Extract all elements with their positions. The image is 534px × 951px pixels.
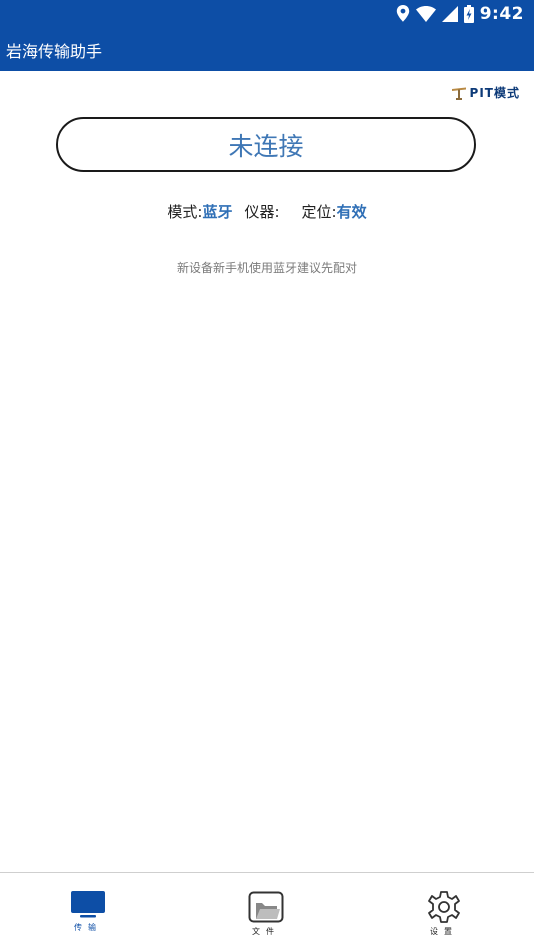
status-icons: 9:42 <box>396 0 524 27</box>
pairing-hint: 新设备新手机使用蓝牙建议先配对 <box>176 261 357 275</box>
nav-label-files: 文件 <box>252 927 280 936</box>
device-info-row: 模式:蓝牙 仪器: 定位:有效 <box>0 201 534 222</box>
nav-item-transfer[interactable]: 传输 <box>48 891 128 933</box>
app-title: 岩海传输助手 <box>6 42 103 61</box>
mode-value: 蓝牙 <box>202 203 233 221</box>
nav-label-transfer: 传输 <box>74 923 102 932</box>
location-label: 定位: <box>301 203 337 221</box>
nav-label-settings: 设置 <box>430 927 458 936</box>
pit-mode-button[interactable]: PIT模式 <box>451 84 520 101</box>
app-bar: 岩海传输助手 <box>0 27 534 71</box>
pit-tool-icon <box>451 87 466 100</box>
mode-label: 模式: <box>167 203 203 221</box>
status-bar: 9:42 <box>0 0 534 27</box>
gear-icon <box>428 891 460 923</box>
connection-status: 未连接 <box>228 131 304 161</box>
nav-item-files[interactable]: 文件 <box>226 891 306 937</box>
pit-mode-label: PIT模式 <box>469 86 520 100</box>
location-icon <box>396 5 409 22</box>
wifi-icon <box>415 5 436 22</box>
location-value: 有效 <box>336 203 367 221</box>
battery-charging-icon <box>463 4 474 23</box>
instrument-label: 仪器: <box>244 203 280 221</box>
monitor-icon <box>71 891 105 918</box>
status-time: 9:42 <box>479 3 524 24</box>
nav-item-settings[interactable]: 设置 <box>404 891 484 937</box>
signal-icon <box>441 5 458 22</box>
bottom-navigation: 传输 文件 设置 <box>0 872 534 951</box>
connect-button[interactable]: 未连接 <box>56 117 476 172</box>
folder-icon <box>248 891 284 923</box>
